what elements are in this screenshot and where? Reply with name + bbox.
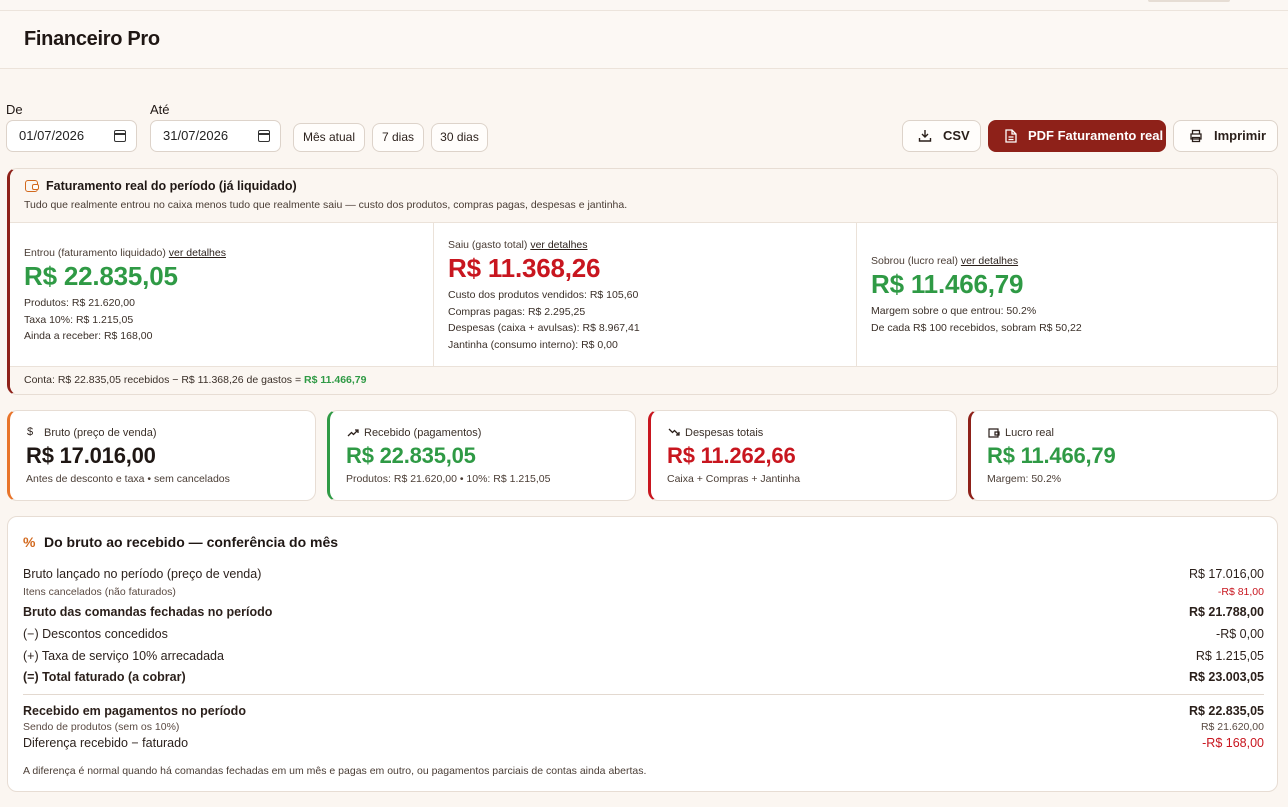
income-details-link[interactable]: ver detalhes <box>169 247 226 259</box>
calculation-result: R$ 11.466,79 <box>304 374 367 386</box>
kpi-card-received: Recebido (pagamentos) R$ 22.835,05 Produ… <box>327 410 636 501</box>
kpi-value: R$ 11.262,66 <box>667 443 796 468</box>
from-label: De <box>6 102 23 117</box>
calendar-icon[interactable] <box>258 130 270 142</box>
to-label: Até <box>150 102 170 117</box>
income-column: Entrou (faturamento liquidado) ver detal… <box>10 223 433 366</box>
expense-line: Despesas (caixa + avulsas): R$ 8.967,41 <box>448 322 640 334</box>
income-line: Taxa 10%: R$ 1.215,05 <box>24 314 134 326</box>
kpi-label: Recebido (pagamentos) <box>364 427 482 439</box>
kpi-card-profit: Lucro real R$ 11.466,79 Margem: 50.2% <box>968 410 1278 501</box>
trend-down-icon <box>668 428 680 436</box>
conference-note: A diferença é normal quando há comandas … <box>23 765 647 777</box>
wallet-icon <box>25 180 39 192</box>
profit-column: Sobrou (lucro real) ver detalhes R$ 11.4… <box>856 223 1277 366</box>
real-revenue-title: Faturamento real do período (já liquidad… <box>46 179 297 193</box>
app-header: Financeiro Pro <box>0 11 1288 69</box>
kpi-subtext: Produtos: R$ 21.620,00 • 10%: R$ 1.215,0… <box>346 473 551 485</box>
calculation-footer: Conta: R$ 22.835,05 recebidos − R$ 11.36… <box>10 366 1277 394</box>
percent-icon: % <box>23 534 36 550</box>
profit-line: Margem sobre o que entrou: 50.2% <box>871 305 1037 317</box>
from-date-value: 01/07/2026 <box>19 128 85 143</box>
expense-label: Saiu (gasto total) ver detalhes <box>448 239 588 251</box>
top-tab <box>1148 0 1230 2</box>
download-icon <box>918 130 932 142</box>
app-title: Financeiro Pro <box>24 28 160 50</box>
profit-value: R$ 11.466,79 <box>871 269 1024 299</box>
conference-card: % Do bruto ao recebido — conferência do … <box>7 516 1278 792</box>
real-revenue-subtitle: Tudo que realmente entrou no caixa menos… <box>24 199 628 211</box>
expense-line: Jantinha (consumo interno): R$ 0,00 <box>448 339 618 351</box>
printer-icon <box>1190 129 1202 143</box>
profit-line: De cada R$ 100 recebidos, sobram R$ 50,2… <box>871 322 1082 334</box>
expense-line: Custo dos produtos vendidos: R$ 105,60 <box>448 289 639 301</box>
income-value: R$ 22.835,05 <box>24 261 178 291</box>
preset-current-month-button[interactable]: Mês atual <box>293 123 365 152</box>
kpi-label: Despesas totais <box>685 427 764 439</box>
kpi-card-gross: $ Bruto (preço de venda) R$ 17.016,00 An… <box>7 410 316 501</box>
kpi-value: R$ 22.835,05 <box>346 443 476 468</box>
kpi-value: R$ 11.466,79 <box>987 443 1116 468</box>
file-icon <box>1005 129 1017 143</box>
divider <box>23 694 1264 695</box>
calendar-icon[interactable] <box>114 130 126 142</box>
top-strip <box>0 0 1288 11</box>
kpi-label: Lucro real <box>1005 427 1054 439</box>
csv-button[interactable]: CSV <box>902 120 981 152</box>
to-date-value: 31/07/2026 <box>163 128 229 143</box>
pdf-button[interactable]: PDF Faturamento real <box>988 120 1166 152</box>
income-label: Entrou (faturamento liquidado) ver detal… <box>24 247 226 259</box>
pdf-button-label: PDF Faturamento real <box>1028 128 1164 143</box>
expense-value: R$ 11.368,26 <box>448 253 601 283</box>
income-line: Produtos: R$ 21.620,00 <box>24 297 135 309</box>
trend-up-icon <box>347 429 359 437</box>
expense-column: Saiu (gasto total) ver detalhes R$ 11.36… <box>433 223 856 366</box>
print-button-label: Imprimir <box>1214 128 1267 143</box>
real-revenue-card: Faturamento real do período (já liquidad… <box>7 168 1278 395</box>
calculation-text: Conta: R$ 22.835,05 recebidos − R$ 11.36… <box>24 374 305 386</box>
kpi-card-expenses: Despesas totais R$ 11.262,66 Caixa + Com… <box>648 410 957 501</box>
to-date-input[interactable]: 31/07/2026 <box>150 120 281 152</box>
from-date-input[interactable]: 01/07/2026 <box>6 120 137 152</box>
kpi-subtext: Margem: 50.2% <box>987 473 1062 485</box>
profit-details-link[interactable]: ver detalhes <box>961 255 1018 267</box>
kpi-subtext: Caixa + Compras + Jantinha <box>667 473 801 485</box>
income-line: Ainda a receber: R$ 168,00 <box>24 330 153 342</box>
print-button[interactable]: Imprimir <box>1173 120 1278 152</box>
expense-details-link[interactable]: ver detalhes <box>530 239 587 251</box>
preset-30-days-button[interactable]: 30 dias <box>431 123 488 152</box>
real-revenue-header: Faturamento real do período (já liquidad… <box>10 169 1277 223</box>
csv-button-label: CSV <box>943 128 970 143</box>
dollar-icon: $ <box>27 426 34 438</box>
preset-7-days-button[interactable]: 7 dias <box>372 123 424 152</box>
expense-line: Compras pagas: R$ 2.295,25 <box>448 306 586 318</box>
kpi-subtext: Antes de desconto e taxa • sem cancelado… <box>26 473 230 485</box>
kpi-value: R$ 17.016,00 <box>26 443 156 468</box>
wallet-icon <box>988 428 1000 438</box>
profit-label: Sobrou (lucro real) ver detalhes <box>871 255 1019 267</box>
conference-title: Do bruto ao recebido — conferência do mê… <box>44 534 339 550</box>
kpi-label: Bruto (preço de venda) <box>44 427 157 439</box>
